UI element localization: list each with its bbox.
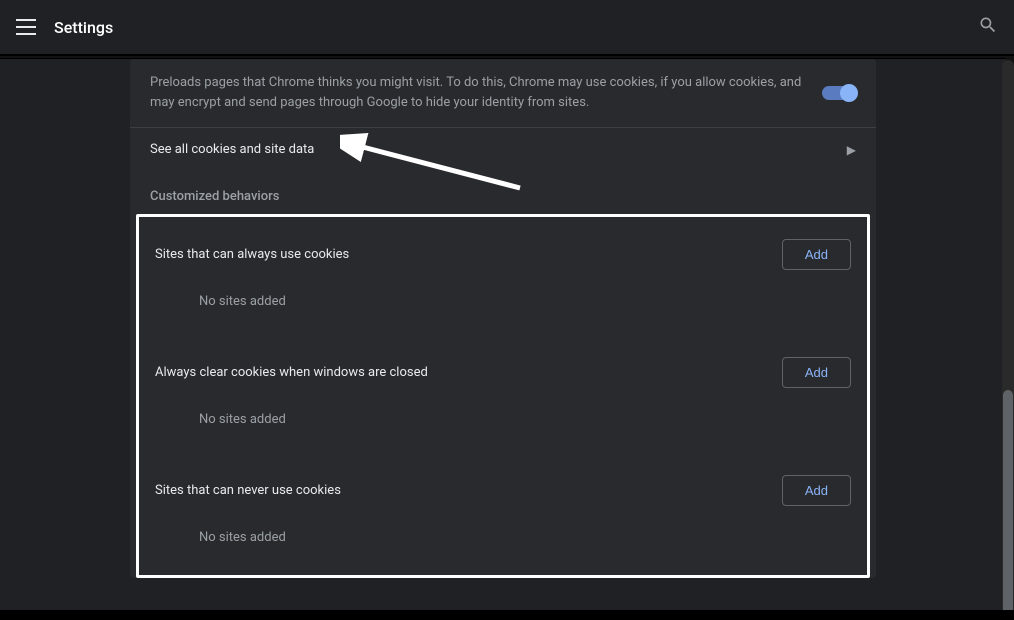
chevron-right-icon: ▶ [847,143,856,157]
no-sites-text: No sites added [155,280,851,337]
top-bar-left: Settings [16,18,113,37]
see-all-cookies-row[interactable]: See all cookies and site data ▶ [130,128,876,171]
annotation-highlight-box: Sites that can always use cookies Add No… [136,214,870,578]
sites-clear-title: Always clear cookies when windows are cl… [155,365,428,380]
sites-clear-header: Always clear cookies when windows are cl… [155,347,851,398]
no-sites-text: No sites added [155,516,851,573]
preload-row: Preloads pages that Chrome thinks you mi… [130,59,876,128]
search-icon[interactable] [978,15,998,39]
top-bar: Settings [0,0,1014,56]
sites-never-header: Sites that can never use cookies Add [155,465,851,516]
preload-description: Preloads pages that Chrome thinks you mi… [150,73,806,113]
preload-toggle[interactable] [822,86,856,100]
window-border-bottom [0,610,1014,620]
content-area: Preloads pages that Chrome thinks you mi… [0,58,1006,620]
hamburger-menu-icon[interactable] [16,19,36,35]
sites-always-block: Sites that can always use cookies Add No… [141,219,865,337]
sites-always-header: Sites that can always use cookies Add [155,229,851,280]
page-title: Settings [54,18,113,37]
toggle-knob [840,84,858,102]
scrollbar-thumb[interactable] [1003,390,1013,620]
sites-always-title: Sites that can always use cookies [155,247,349,262]
sites-clear-block: Always clear cookies when windows are cl… [141,337,865,455]
settings-panel: Preloads pages that Chrome thinks you mi… [130,59,876,578]
scrollbar-track[interactable] [1002,60,1014,614]
add-button[interactable]: Add [782,239,851,270]
sites-never-block: Sites that can never use cookies Add No … [141,455,865,573]
sites-never-title: Sites that can never use cookies [155,483,341,498]
customized-behaviors-label: Customized behaviors [130,171,876,214]
add-button[interactable]: Add [782,357,851,388]
no-sites-text: No sites added [155,398,851,455]
see-all-cookies-label: See all cookies and site data [150,142,831,157]
add-button[interactable]: Add [782,475,851,506]
